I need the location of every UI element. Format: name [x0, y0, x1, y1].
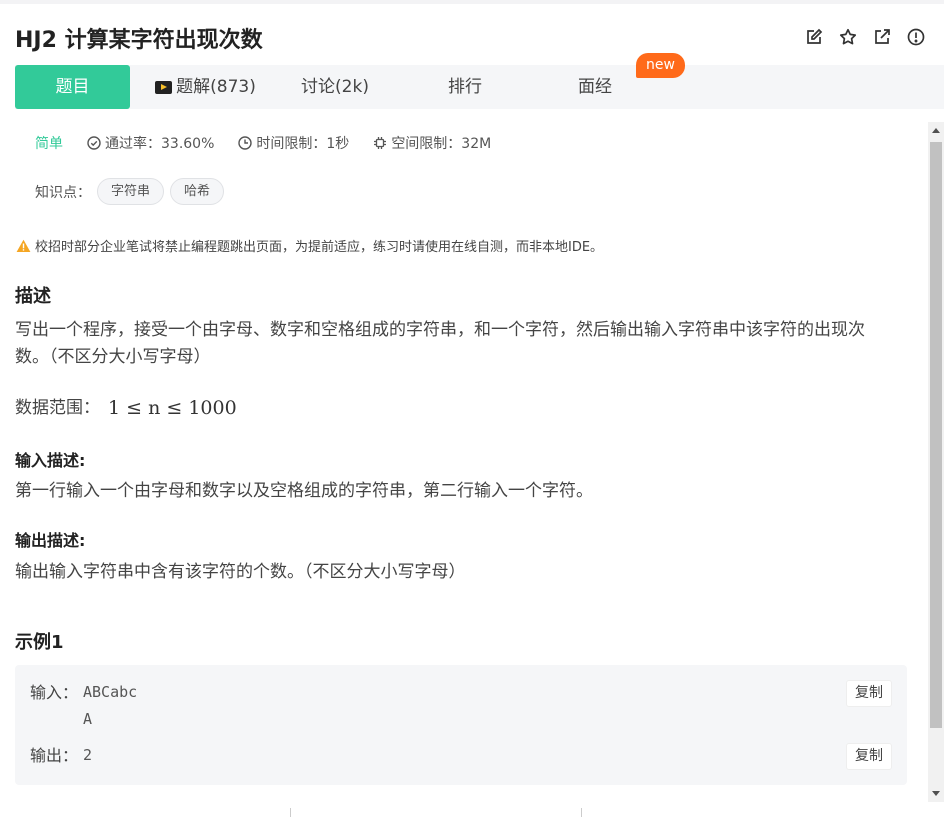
- description-line-2: 数。（不区分大小写字母）: [15, 347, 211, 367]
- tab-problem[interactable]: 题目: [15, 65, 130, 109]
- example-output-label: 输出：: [30, 746, 79, 765]
- check-circle-icon: [87, 136, 101, 150]
- time-limit-text: 时间限制：1秒: [256, 136, 350, 152]
- data-range: 数据范围： 1 ≤ n ≤ 1000: [15, 395, 237, 422]
- output-desc-heading: 输出描述:: [15, 531, 86, 550]
- description-heading: 描述: [15, 286, 51, 307]
- example-output: 输出： 2: [30, 742, 92, 769]
- tab-bar: 题目 题解(873) 讨论(2k) 排行 面经: [15, 65, 944, 109]
- new-badge: new: [636, 53, 685, 78]
- copy-output-button[interactable]: 复制: [846, 743, 892, 770]
- copy-input-button[interactable]: 复制: [846, 680, 892, 707]
- data-range-label: 数据范围：: [15, 398, 100, 418]
- scrollbar-thumb[interactable]: [930, 142, 942, 728]
- input-desc-text: 第一行输入一个由字母和数字以及空格组成的字符串，第二行输入一个字符。: [15, 481, 593, 501]
- header-actions: [804, 27, 926, 47]
- chip-icon: [374, 137, 387, 149]
- example-output-value: 2: [83, 746, 93, 764]
- top-divider: [0, 0, 944, 4]
- divider-mark: [581, 808, 582, 817]
- example-heading: 示例1: [15, 632, 64, 653]
- clock-icon: [238, 136, 253, 150]
- problem-header: HJ2 计算某字符出现次数: [0, 14, 944, 62]
- example-input-label: 输入：: [30, 683, 79, 702]
- scrollbar[interactable]: [928, 122, 944, 802]
- tab-interview[interactable]: 面经: [570, 65, 620, 109]
- difficulty-label: 简单: [35, 136, 63, 152]
- divider-mark: [290, 808, 291, 817]
- memory-limit: 空间限制：32M: [373, 133, 491, 153]
- output-desc-text: 输出输入字符串中含有该字符的个数。（不区分大小写字母）: [15, 562, 466, 582]
- description-text: 写出一个程序，接受一个由字母、数字和空格组成的字符串，和一个字符，然后输出输入字…: [15, 317, 865, 371]
- edit-icon[interactable]: [804, 27, 824, 47]
- warning-icon: [16, 239, 31, 252]
- input-desc-heading: 输入描述:: [15, 451, 86, 470]
- tag-string[interactable]: 字符串: [97, 178, 165, 205]
- tab-solutions[interactable]: 题解(873): [153, 65, 258, 109]
- tab-discussion[interactable]: 讨论(2k): [295, 65, 375, 109]
- memory-limit-text: 空间限制：32M: [391, 136, 492, 152]
- pass-rate-text: 通过率：33.60%: [105, 136, 215, 152]
- pass-rate: 通过率：33.60%: [87, 133, 214, 153]
- time-limit: 时间限制：1秒: [238, 133, 349, 153]
- tab-ranking[interactable]: 排行: [440, 65, 490, 109]
- page-title: HJ2 计算某字符出现次数: [15, 28, 263, 53]
- video-icon: [155, 80, 173, 94]
- example-input-value: ABCabc A: [83, 683, 138, 728]
- problem-meta: 简单 通过率：33.60% 时间限制：1秒 空间限制：32M: [35, 133, 515, 153]
- data-range-formula: 1 ≤ n ≤ 1000: [108, 397, 237, 419]
- tag-hash[interactable]: 哈希: [170, 178, 225, 205]
- example-input: 输入： ABCabc A: [30, 679, 137, 733]
- info-icon[interactable]: [906, 27, 926, 47]
- warning-notice: 校招时部分企业笔试将禁止编程题跳出页面，为提前适应，练习时请使用在线自测，而非本…: [16, 236, 603, 255]
- example-box: 输入： ABCabc A 复制 输出： 2 复制: [15, 665, 907, 785]
- warning-text: 校招时部分企业笔试将禁止编程题跳出页面，为提前适应，练习时请使用在线自测，而非本…: [35, 240, 604, 255]
- knowledge-tags: 知识点： 字符串 哈希: [35, 178, 230, 205]
- description-line-1: 写出一个程序，接受一个由字母、数字和空格组成的字符串，和一个字符，然后输出输入字…: [15, 320, 865, 340]
- knowledge-label: 知识点：: [35, 184, 91, 201]
- star-icon[interactable]: [838, 27, 858, 47]
- tab-solutions-label: 题解(873): [176, 77, 256, 97]
- external-link-icon[interactable]: [872, 27, 892, 47]
- scroll-up-arrow-icon[interactable]: [932, 128, 940, 133]
- scroll-down-arrow-icon[interactable]: [932, 791, 940, 796]
